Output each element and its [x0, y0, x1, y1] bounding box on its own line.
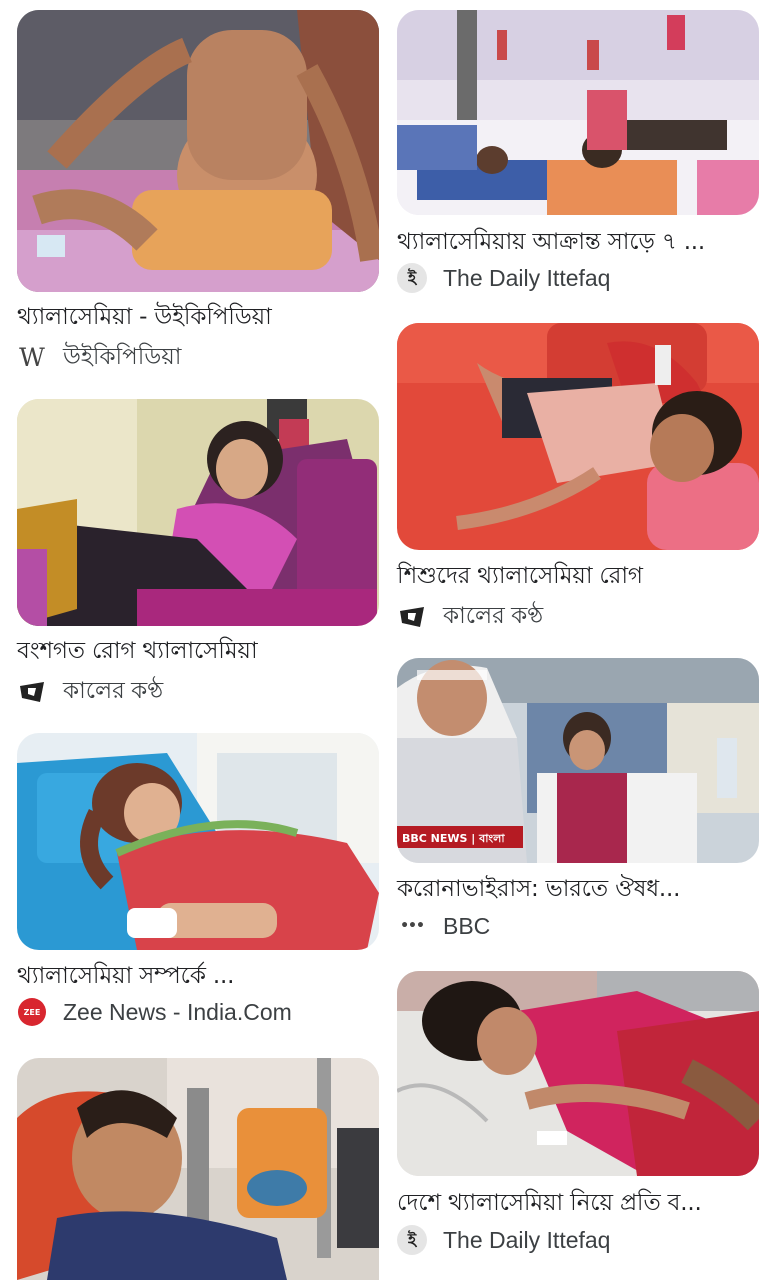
- result-source[interactable]: ই The Daily Ittefaq: [397, 263, 610, 293]
- result-thumbnail[interactable]: BBC NEWS | বাংলা: [397, 658, 759, 863]
- result-title[interactable]: থ্যালাসেমিয়ায় আক্রান্ত সাড়ে ৭ ...: [397, 223, 705, 262]
- result-title[interactable]: দেশে থ্যালাসেমিয়া নিয়ে প্রতি ব...: [397, 1184, 702, 1223]
- result-source[interactable]: W উইকিপিডিয়া: [17, 338, 181, 377]
- wikipedia-icon: W: [19, 343, 45, 372]
- result-title[interactable]: থ্যালাসেমিয়া - উইকিপিডিয়া: [17, 298, 272, 337]
- result-title[interactable]: করোনাভাইরাস: ভারতে ঔষধ...: [397, 870, 680, 909]
- result-source-name: The Daily Ittefaq: [443, 264, 611, 291]
- result-title[interactable]: শিশুদের থ্যালাসেমিয়া রোগ: [397, 557, 643, 596]
- result-thumbnail[interactable]: [17, 399, 379, 626]
- zee-news-icon: ZEE: [17, 997, 47, 1027]
- result-thumbnail[interactable]: [397, 971, 759, 1176]
- result-source[interactable]: ই The Daily Ittefaq: [397, 1225, 610, 1255]
- result-source-name: BBC: [443, 912, 491, 939]
- result-thumbnail[interactable]: [17, 1058, 379, 1280]
- kaler-kantho-icon: [397, 602, 427, 632]
- kaler-kantho-icon: [17, 677, 47, 707]
- result-source[interactable]: কালের কণ্ঠ: [17, 672, 163, 711]
- result-thumbnail[interactable]: [17, 10, 379, 292]
- result-source-name: Zee News - India.Com: [63, 998, 292, 1025]
- result-source-name: The Daily Ittefaq: [443, 1226, 611, 1253]
- result-source-name: উইকিপিডিয়া: [63, 343, 182, 369]
- bbc-icon: •••: [400, 918, 425, 934]
- result-title[interactable]: বংশগত রোগ থ্যালাসেমিয়া: [17, 632, 258, 671]
- bbc-news-overlay: BBC NEWS | বাংলা: [402, 832, 505, 845]
- daily-ittefaq-icon: ই: [397, 263, 427, 293]
- result-source-name: কালের কণ্ঠ: [443, 602, 544, 628]
- result-source[interactable]: ••• BBC: [397, 911, 490, 941]
- daily-ittefaq-icon: ই: [397, 1225, 427, 1255]
- result-source-name: কালের কণ্ঠ: [63, 677, 164, 703]
- result-thumbnail[interactable]: [397, 10, 759, 215]
- result-source[interactable]: কালের কণ্ঠ: [397, 597, 543, 636]
- result-title[interactable]: থ্যালাসেমিয়া সম্পর্কে ...: [17, 957, 234, 996]
- result-thumbnail[interactable]: [397, 323, 759, 550]
- result-thumbnail[interactable]: [17, 733, 379, 950]
- result-source[interactable]: ZEE Zee News - India.Com: [17, 997, 292, 1027]
